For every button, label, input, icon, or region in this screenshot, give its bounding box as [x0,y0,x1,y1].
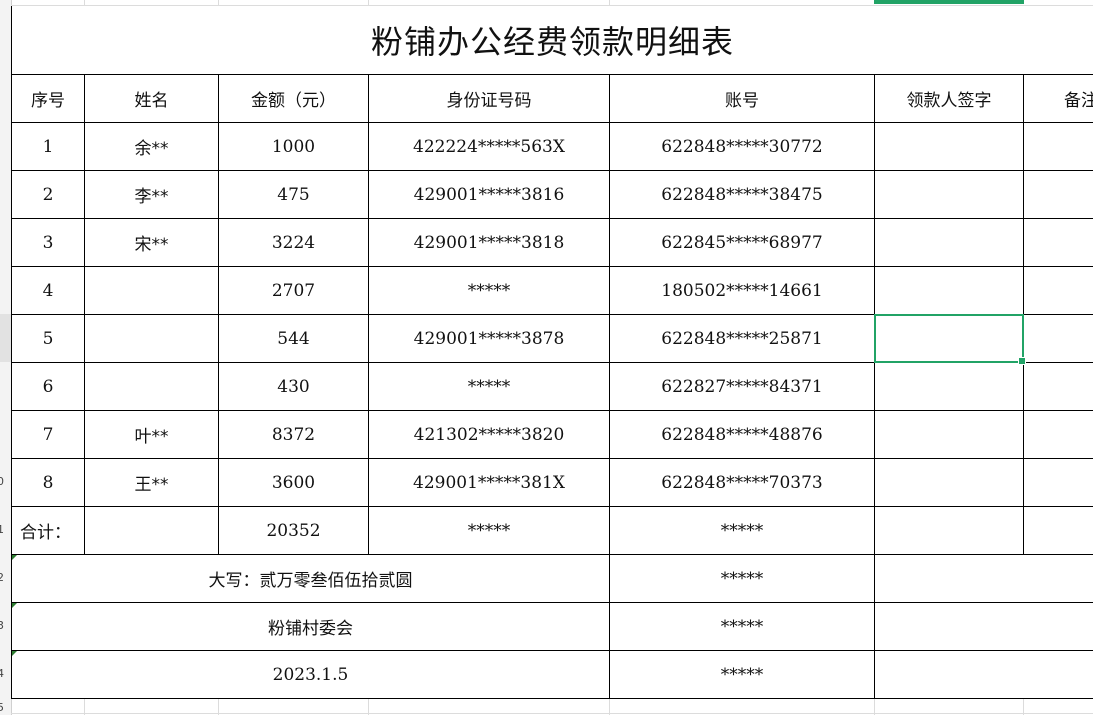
cell-account[interactable]: 622848*****25871 [610,315,874,362]
cell-account[interactable]: ***** [610,603,874,650]
cell-name[interactable] [85,363,218,410]
cell-account[interactable]: 622848*****38475 [610,171,874,218]
cell-account[interactable]: ***** [610,651,874,698]
total-account[interactable]: ***** [610,507,874,554]
row-number[interactable]: 0 [0,475,11,488]
cell-account[interactable]: 622848*****70373 [610,459,874,506]
cell-amount[interactable]: 544 [219,315,368,362]
cell-name[interactable]: 宋** [85,219,218,266]
cell-index[interactable]: 7 [12,411,84,458]
row-number[interactable]: 3 [0,619,11,632]
sheet-title[interactable]: 粉铺办公经费领款明细表 [12,6,1093,74]
header-id-number[interactable]: 身份证号码 [369,75,609,122]
cell-name[interactable]: 王** [85,459,218,506]
cell-account[interactable]: 622848*****48876 [610,411,874,458]
fill-handle[interactable] [1018,357,1026,365]
cell-index[interactable]: 3 [12,219,84,266]
cell-index[interactable]: 5 [12,315,84,362]
row-number[interactable]: 1 [0,523,11,536]
cell-index[interactable]: 2 [12,171,84,218]
cell-amount[interactable]: 3600 [219,459,368,506]
total-amount[interactable]: 20352 [219,507,368,554]
cell-id-number[interactable]: 429001*****3878 [369,315,609,362]
cell-name[interactable] [85,267,218,314]
cell-amount[interactable]: 2707 [219,267,368,314]
column-header-selected [874,0,1024,4]
header-index[interactable]: 序号 [12,75,84,122]
cell-id-number[interactable]: 422224*****563X [369,123,609,170]
cell-index[interactable]: 1 [12,123,84,170]
cell-name[interactable]: 叶** [85,411,218,458]
cell-amount[interactable]: 475 [219,171,368,218]
cell-name[interactable] [85,315,218,362]
cell-amount[interactable]: 8372 [219,411,368,458]
active-cell-selection[interactable] [874,314,1026,365]
header-signature[interactable]: 领款人签字 [875,75,1023,122]
cell-name[interactable]: 李** [85,171,218,218]
cell-account[interactable]: 622848*****30772 [610,123,874,170]
amount-in-words[interactable]: 大写：贰万零叁佰伍拾贰圆 [12,555,609,602]
cell-account[interactable]: ***** [610,555,874,602]
cell-id-number[interactable]: 429001*****3816 [369,171,609,218]
cell-account[interactable]: 622845*****68977 [610,219,874,266]
cell-name[interactable]: 余** [85,123,218,170]
cell-amount[interactable]: 1000 [219,123,368,170]
cell-id-number[interactable]: 421302*****3820 [369,411,609,458]
cell-id-number[interactable]: ***** [369,363,609,410]
header-account[interactable]: 账号 [610,75,874,122]
header-amount[interactable]: 金额（元） [219,75,368,122]
cell-index[interactable]: 4 [12,267,84,314]
cell-id-number[interactable]: ***** [369,267,609,314]
cell-amount[interactable]: 3224 [219,219,368,266]
cell-account[interactable]: 622827*****84371 [610,363,874,410]
total-label[interactable]: 合计： [12,507,84,554]
cell-id-number[interactable]: 429001*****381X [369,459,609,506]
header-name[interactable]: 姓名 [85,75,218,122]
table-border [874,74,875,699]
row-number[interactable]: 4 [0,667,11,680]
cell-amount[interactable]: 430 [219,363,368,410]
table-border [11,698,1093,699]
committee-name[interactable]: 粉铺村委会 [12,603,609,650]
date-cell[interactable]: 2023.1.5 [12,651,609,698]
cell-index[interactable]: 8 [12,459,84,506]
total-id-number[interactable]: ***** [369,507,609,554]
row-number[interactable]: 2 [0,571,11,584]
cell-index[interactable]: 6 [12,363,84,410]
row-number[interactable]: 5 [0,701,11,714]
cell-account[interactable]: 180502*****14661 [610,267,874,314]
row-header-selected [0,314,11,362]
gridline [11,713,1093,714]
header-remarks[interactable]: 备注 [1024,75,1093,122]
cell-id-number[interactable]: 429001*****3818 [369,219,609,266]
